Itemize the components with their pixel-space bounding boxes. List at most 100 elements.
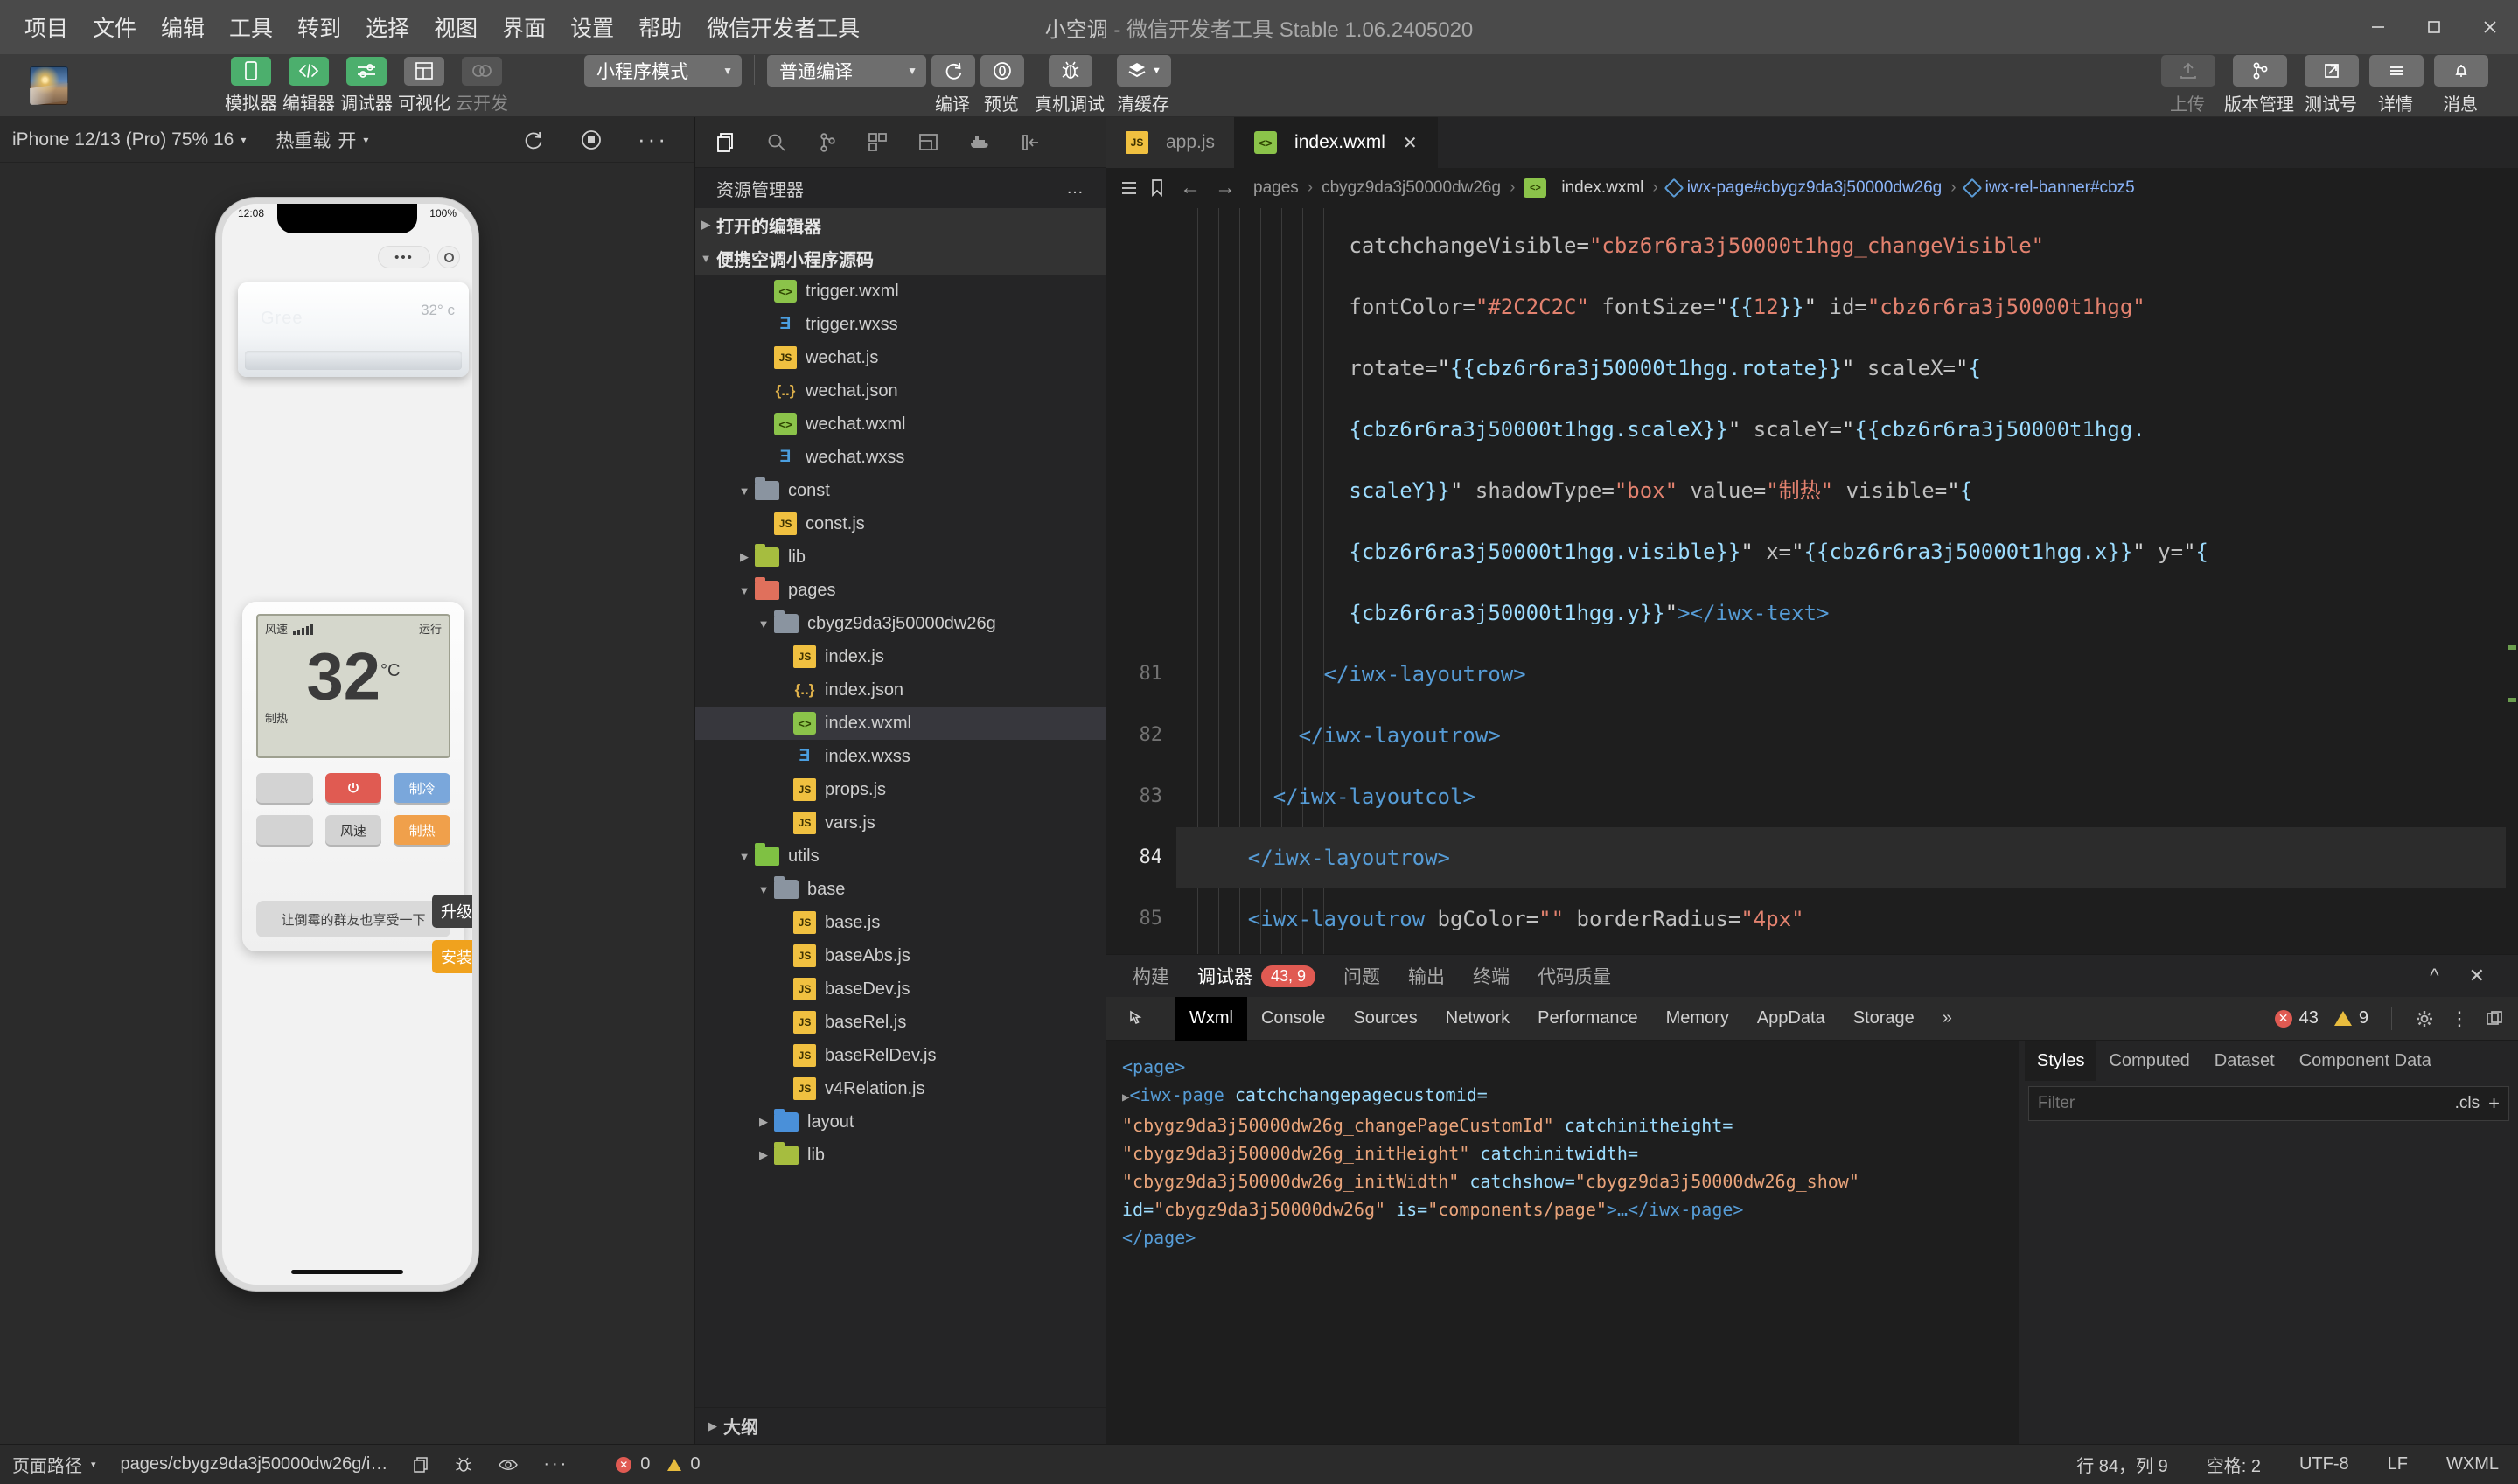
editor-minimap-scrollbar[interactable] xyxy=(2506,208,2518,954)
close-icon[interactable]: ✕ xyxy=(1403,132,1418,154)
tree-section-project-root[interactable]: ▼ 便携空调小程序源码 xyxy=(695,241,1106,275)
panel-tab-problems[interactable]: 问题 xyxy=(1329,955,1394,997)
layout-icon[interactable] xyxy=(903,121,954,164)
menu-item-settings[interactable]: 设置 xyxy=(558,6,626,48)
bookmark-icon[interactable] xyxy=(1148,178,1166,199)
hot-reload-select[interactable]: 热重载 开 ▾ xyxy=(276,127,368,153)
page-path-value[interactable]: pages/cbygz9da3j50000dw26g/i… xyxy=(108,1454,401,1474)
code-line[interactable]: catchchangeVisible="cbz6r6ra3j50000t1hgg… xyxy=(1176,215,2518,276)
breadcrumb-item-symbol-page[interactable]: iwx-page#cbygz9da3j50000dw26g xyxy=(1664,178,1942,199)
search-icon[interactable] xyxy=(751,121,802,164)
explorer-more-icon[interactable]: … xyxy=(1066,178,1086,199)
status-bug-icon[interactable] xyxy=(442,1456,485,1474)
code-line[interactable]: </iwx-layoutrow> xyxy=(1176,644,2518,705)
device-select[interactable]: iPhone 12/13 (Pro) 75% 16 ▾ xyxy=(12,129,246,150)
extensions-icon[interactable] xyxy=(853,121,903,164)
tree-item[interactable]: JS wechat.js xyxy=(695,341,1106,374)
menu-item-devtools[interactable]: 微信开发者工具 xyxy=(694,6,872,48)
wxml-node-line[interactable]: id="cbygz9da3j50000dw26g" is="components… xyxy=(1122,1195,2003,1223)
copy-path-button[interactable] xyxy=(400,1456,442,1474)
status-more-icon[interactable]: ··· xyxy=(531,1454,581,1474)
inspect-element-icon[interactable] xyxy=(1113,997,1161,1041)
remote-key-cool[interactable]: 制冷 xyxy=(394,773,451,803)
panel-tab-debugger[interactable]: 调试器 43, 9 xyxy=(1183,955,1329,997)
forward-icon[interactable]: → xyxy=(1215,176,1236,200)
tree-item[interactable]: JS vars.js xyxy=(695,806,1106,840)
indentation-setting[interactable]: 空格: 2 xyxy=(2187,1452,2280,1477)
remote-key-blank-2[interactable] xyxy=(256,815,313,845)
tree-item[interactable]: {..} wechat.json xyxy=(695,374,1106,408)
menu-item-select[interactable]: 选择 xyxy=(353,6,422,48)
tree-item[interactable]: JS base.js xyxy=(695,906,1106,939)
tree-item[interactable]: JS v4Relation.js xyxy=(695,1072,1106,1105)
more-icon[interactable]: ··· xyxy=(638,126,668,153)
devtools-tab-storage[interactable]: Storage xyxy=(1839,997,1929,1041)
menu-item-view[interactable]: 视图 xyxy=(422,6,490,48)
visual-toggle-button[interactable]: 可视化 xyxy=(398,56,450,115)
tree-item[interactable]: ▼ base xyxy=(695,873,1106,906)
source-control-icon[interactable] xyxy=(802,121,853,164)
preview-button[interactable]: 预览 xyxy=(979,55,1024,115)
clear-cache-button[interactable]: ▼ 清缓存 xyxy=(1115,55,1171,115)
code-content[interactable]: catchchangeVisible="cbz6r6ra3j50000t1hgg… xyxy=(1176,208,2518,954)
code-line[interactable]: scaleY}}" shadowType="box" value="制热" vi… xyxy=(1176,460,2518,521)
back-icon[interactable]: ← xyxy=(1180,176,1201,200)
encoding-setting[interactable]: UTF-8 xyxy=(2280,1454,2368,1474)
debugger-toggle-button[interactable]: 调试器 xyxy=(340,56,393,115)
error-counter[interactable]: ✕ 43 xyxy=(2274,1008,2319,1028)
tree-item[interactable]: Ǝwechat.wxss xyxy=(695,441,1106,474)
tree-item[interactable]: {..} index.json xyxy=(695,673,1106,707)
compile-mode-select[interactable]: 普通编译 ▼ xyxy=(767,55,926,87)
messages-button[interactable]: 消息 xyxy=(2432,55,2488,115)
tree-item[interactable]: ▼ const xyxy=(695,474,1106,507)
tree-section-open-editors[interactable]: ▶ 打开的编辑器 xyxy=(695,208,1106,241)
devtools-tab-console[interactable]: Console xyxy=(1247,997,1339,1041)
eol-setting[interactable]: LF xyxy=(2368,1454,2427,1474)
docker-icon[interactable] xyxy=(954,121,1005,164)
tree-item[interactable]: JS baseAbs.js xyxy=(695,939,1106,972)
kebab-icon[interactable]: ⋮ xyxy=(2450,1008,2469,1028)
code-line[interactable]: </iwx-layoutrow> xyxy=(1176,705,2518,766)
status-eye-icon[interactable] xyxy=(485,1456,531,1474)
tree-item[interactable]: ▼ utils xyxy=(695,840,1106,873)
styles-tab-styles[interactable]: Styles xyxy=(2025,1041,2097,1081)
maximize-button[interactable] xyxy=(2406,0,2462,54)
code-line[interactable]: </iwx-layoutcol> xyxy=(1176,766,2518,827)
refresh-icon[interactable] xyxy=(522,129,545,151)
wxml-tree-pane[interactable]: <page> ▶<iwx-page catchchangepagecustomid… xyxy=(1106,1041,2019,1444)
tree-item[interactable]: <> wechat.wxml xyxy=(695,408,1106,441)
code-line[interactable]: <iwx-layoutrow bgColor="" borderRadius="… xyxy=(1176,888,2518,950)
breadcrumb-item-folder[interactable]: cbygz9da3j50000dw26g xyxy=(1322,178,1501,198)
code-line[interactable]: rotate="{{cbz6r6ra3j50000t1hgg.rotate}}"… xyxy=(1176,338,2518,399)
devtools-tab-wxml[interactable]: Wxml xyxy=(1175,996,1247,1041)
install-tutorial-button[interactable]: 安装教程 xyxy=(432,940,472,973)
devtools-tab-sources[interactable]: Sources xyxy=(1339,997,1431,1041)
styles-tab-computed[interactable]: Computed xyxy=(2096,1041,2201,1081)
code-line[interactable]: {cbz6r6ra3j50000t1hgg.visible}}" x="{{cb… xyxy=(1176,521,2518,582)
simulator-toggle-button[interactable]: 模拟器 xyxy=(225,56,277,115)
status-error-counter[interactable]: ✕ 0 0 xyxy=(603,1454,712,1474)
collapse-icon[interactable] xyxy=(1005,121,1056,164)
app-mode-select[interactable]: 小程序模式 ▼ xyxy=(584,55,742,87)
tree-item[interactable]: Ǝindex.wxss xyxy=(695,740,1106,773)
wxml-node-line[interactable]: <page> xyxy=(1122,1053,2003,1081)
details-button[interactable]: 详情 xyxy=(2368,55,2424,115)
tree-item[interactable]: JS baseRel.js xyxy=(695,1006,1106,1039)
version-control-button[interactable]: 版本管理 xyxy=(2224,55,2294,115)
menu-item-edit[interactable]: 编辑 xyxy=(149,6,217,48)
devtools-tab-memory[interactable]: Memory xyxy=(1652,997,1743,1041)
record-icon[interactable] xyxy=(580,129,603,151)
menu-item-interface[interactable]: 界面 xyxy=(490,6,558,48)
panel-tab-code-quality[interactable]: 代码质量 xyxy=(1524,955,1625,997)
breadcrumb-item-pages[interactable]: pages xyxy=(1253,178,1299,198)
breadcrumb-item-symbol-banner[interactable]: iwx-rel-banner#cbz5 xyxy=(1962,178,2135,199)
close-panel-icon[interactable]: ✕ xyxy=(2469,965,2485,987)
tree-item[interactable]: Ǝtrigger.wxss xyxy=(695,308,1106,341)
real-device-debug-button[interactable]: 真机调试 xyxy=(1035,55,1105,115)
remote-key-heat[interactable]: 制热 xyxy=(394,815,451,845)
devtools-tab-overflow[interactable]: » xyxy=(1929,997,1966,1041)
language-mode[interactable]: WXML xyxy=(2427,1454,2518,1474)
code-line[interactable]: catchenvChange="cc091eda3j50000rs1bg_env… xyxy=(1176,950,2518,954)
menu-item-file[interactable]: 文件 xyxy=(80,6,149,48)
add-style-rule-button[interactable]: + xyxy=(2488,1092,2500,1115)
